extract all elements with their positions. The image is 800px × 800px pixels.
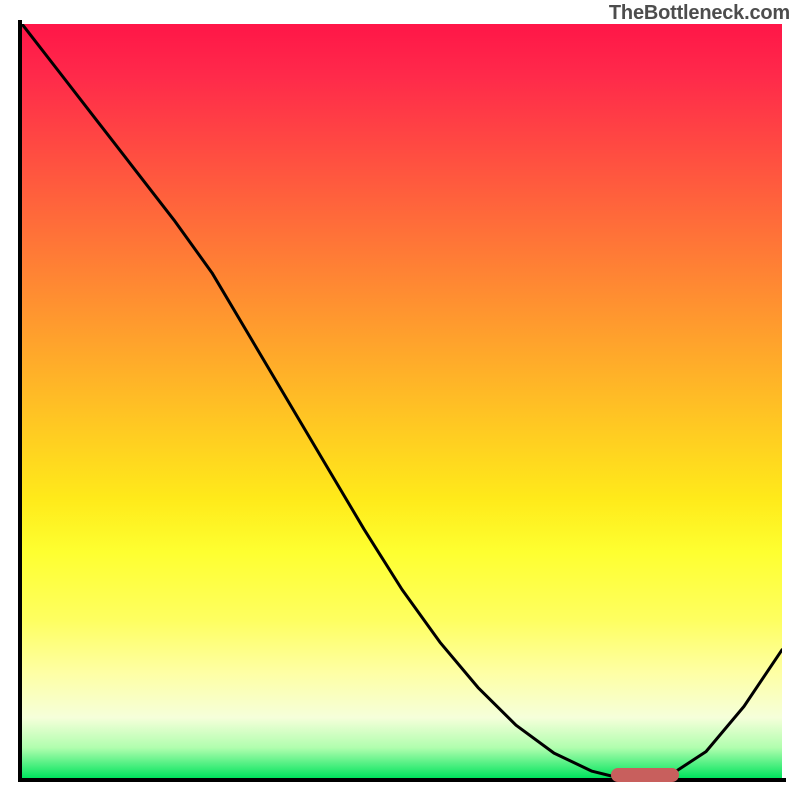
watermark-text: TheBottleneck.com: [609, 2, 790, 25]
optimal-range-marker: [611, 768, 679, 782]
bottleneck-curve: [22, 24, 782, 778]
